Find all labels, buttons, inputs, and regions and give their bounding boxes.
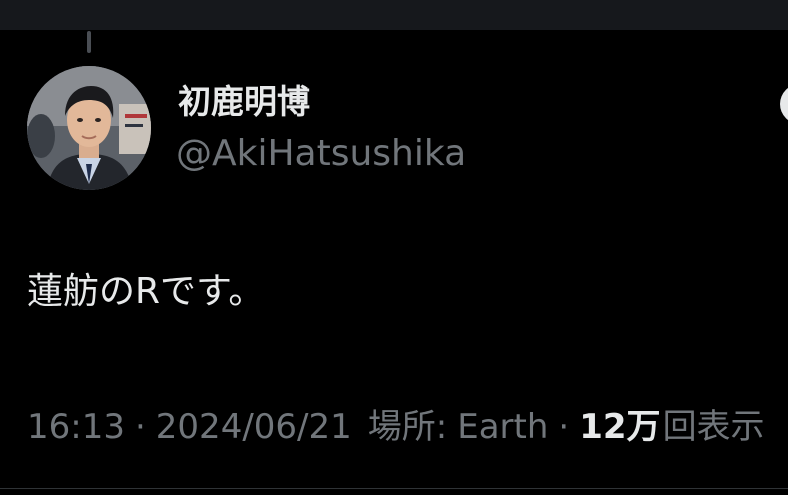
location-label: 場所: xyxy=(367,407,448,447)
separator-dot: · xyxy=(558,407,570,447)
tweet-time[interactable]: 16:13 xyxy=(27,404,125,450)
avatar-photo-icon xyxy=(27,66,151,190)
tweet-metadata-row: 16:13 · 2024/06/21 場所: Earth · 12万 回表示 xyxy=(27,404,765,450)
tweet-detail-view: 初鹿明博 @AkiHatsushika 蓮舫のRです。 16:13 · 2024… xyxy=(0,0,788,495)
author-avatar[interactable] xyxy=(27,66,151,190)
tweet-body-text: 蓮舫のRです。 xyxy=(27,271,265,312)
top-bar xyxy=(0,0,788,30)
location-value: Earth xyxy=(457,407,549,447)
author-handle[interactable]: @AkiHatsushika xyxy=(176,132,466,176)
tweet-date[interactable]: 2024/06/21 xyxy=(156,404,352,450)
divider xyxy=(0,488,788,489)
thread-connector-line xyxy=(87,31,91,53)
more-menu-icon[interactable] xyxy=(780,84,788,124)
author-display-name[interactable]: 初鹿明博 xyxy=(178,80,310,124)
views-label: 回表示 xyxy=(662,407,765,447)
views-count[interactable]: 12万 xyxy=(579,404,660,450)
separator-dot: · xyxy=(134,407,146,447)
